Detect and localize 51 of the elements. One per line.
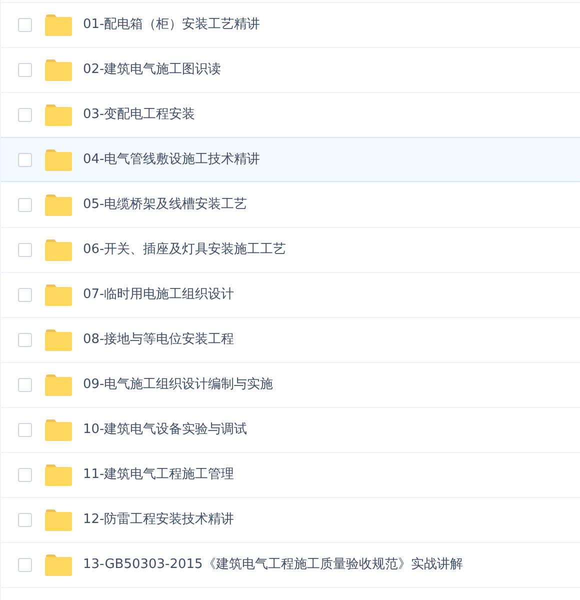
folder-icon (45, 419, 72, 441)
checkbox[interactable] (18, 18, 32, 32)
folder-name: 13-GB50303-2015《建筑电气工程施工质量验收规范》实战讲解 (83, 556, 463, 574)
folder-name: 11-建筑电气工程施工管理 (83, 466, 234, 484)
checkbox[interactable] (18, 63, 32, 77)
file-row[interactable]: 01-配电箱（柜）安装工艺精讲 (1, 2, 580, 47)
folder-icon (45, 284, 72, 306)
file-row[interactable]: 12-防雷工程安装技术精讲 (1, 497, 580, 542)
checkbox[interactable] (18, 243, 32, 257)
checkbox[interactable] (18, 198, 32, 212)
checkbox[interactable] (18, 558, 32, 572)
folder-name: 04-电气管线敷设施工技术精讲 (83, 150, 260, 169)
folder-name: 05-电缆桥架及线槽安装工艺 (83, 196, 248, 214)
file-row[interactable]: 11-建筑电气工程施工管理 (1, 452, 580, 497)
file-row[interactable]: 02-建筑电气施工图识读 (1, 47, 580, 92)
checkbox[interactable] (18, 378, 32, 392)
folder-name: 02-建筑电气施工图识读 (83, 61, 222, 80)
folder-icon (45, 194, 72, 216)
file-row[interactable]: 07-临时用电施工组织设计 (1, 272, 580, 317)
checkbox[interactable] (18, 513, 32, 527)
folder-icon (45, 464, 72, 486)
checkbox[interactable] (18, 108, 32, 122)
folder-icon (45, 554, 72, 576)
checkbox[interactable] (18, 152, 32, 166)
folder-name: 08-接地与等电位安装工程 (83, 331, 234, 350)
file-row[interactable]: 06-开关、插座及灯具安装施工工艺 (1, 227, 580, 272)
folder-icon (45, 374, 72, 396)
folder-name: 09-电气施工组织设计编制与实施 (83, 376, 274, 394)
folder-icon (45, 239, 72, 261)
file-row[interactable]: 13-GB50303-2015《建筑电气工程施工质量验收规范》实战讲解 (1, 542, 580, 587)
file-row[interactable]: 05-电缆桥架及线槽安装工艺 (1, 182, 580, 227)
folder-name: 12-防雷工程安装技术精讲 (83, 511, 234, 530)
folder-name: 07-临时用电施工组织设计 (83, 286, 234, 304)
folder-icon (45, 148, 72, 170)
folder-icon (45, 509, 72, 531)
folder-icon (45, 104, 72, 126)
folder-icon (45, 329, 72, 351)
file-row[interactable]: 04-电气管线敷设施工技术精讲 (1, 137, 580, 182)
checkbox[interactable] (18, 288, 32, 302)
folder-name: 01-配电箱（柜）安装工艺精讲 (83, 16, 260, 34)
file-row[interactable]: 08-接地与等电位安装工程 (1, 317, 580, 362)
folder-name: 03-变配电工程安装 (83, 106, 196, 124)
checkbox[interactable] (18, 423, 32, 437)
checkbox[interactable] (18, 333, 32, 347)
folder-icon (45, 59, 72, 81)
folder-icon (45, 14, 72, 36)
folder-name: 06-开关、插座及灯具安装施工工艺 (83, 241, 286, 260)
checkbox[interactable] (18, 468, 32, 482)
file-row[interactable]: 09-电气施工组织设计编制与实施 (1, 362, 580, 407)
folder-name: 10-建筑电气设备实验与调试 (83, 421, 248, 440)
file-row[interactable]: 10-建筑电气设备实验与调试 (1, 407, 580, 452)
